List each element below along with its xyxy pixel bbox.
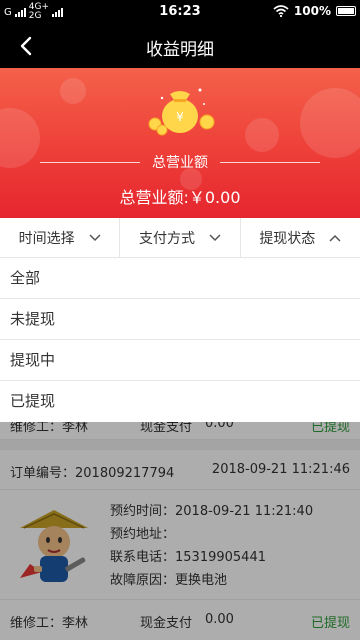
option-all[interactable]: 全部: [0, 258, 360, 299]
withdraw-status-dropdown: 全部 未提现 提现中 已提现: [0, 258, 360, 422]
total-revenue: 总营业额:￥0.00: [119, 188, 241, 207]
filter-time-label: 时间选择: [18, 230, 75, 247]
banner-heading: 总营业额: [40, 152, 320, 172]
status-right: 100%: [273, 4, 356, 18]
filter-withdraw-status[interactable]: 提现状态: [241, 218, 360, 257]
money-bag-icon: ¥: [140, 80, 220, 140]
status-bar: G 4G+ 2G 16:23 100%: [0, 0, 360, 24]
battery-icon: [336, 6, 356, 16]
chevron-down-icon: [89, 233, 101, 241]
divider-line-right: [220, 161, 320, 163]
option-not-withdrawn[interactable]: 未提现: [0, 299, 360, 340]
filter-withdraw-label: 提现状态: [259, 230, 316, 247]
chevron-down-icon: [209, 233, 221, 241]
revenue-banner: ¥ 总营业额 总营业额:￥0.00: [0, 68, 360, 218]
svg-text:¥: ¥: [176, 110, 184, 124]
chevron-up-icon: [329, 234, 341, 242]
filter-payment[interactable]: 支付方式: [120, 218, 241, 257]
banner-label: 总营业额: [152, 155, 208, 171]
page-title: 收益明细: [146, 40, 214, 60]
battery-percent: 100%: [293, 4, 331, 18]
option-withdrawing[interactable]: 提现中: [0, 340, 360, 381]
filter-bar: 时间选择 支付方式 提现状态: [0, 218, 360, 258]
nav-bar: 收益明细: [0, 24, 360, 68]
wifi-icon: [273, 5, 289, 17]
filter-payment-label: 支付方式: [138, 230, 195, 247]
option-withdrawn[interactable]: 已提现: [0, 381, 360, 422]
filter-time[interactable]: 时间选择: [0, 218, 121, 257]
divider-line-left: [40, 161, 140, 163]
